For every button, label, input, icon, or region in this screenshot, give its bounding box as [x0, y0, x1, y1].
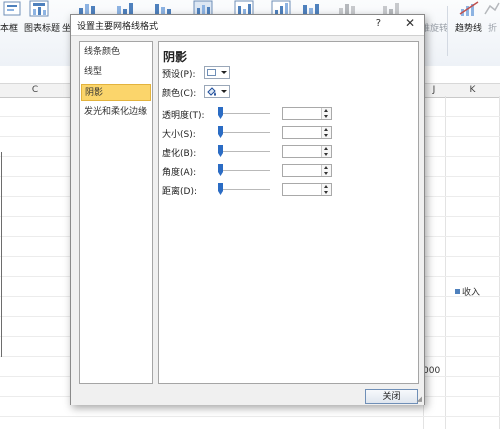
chevron-down-icon [221, 90, 227, 93]
resize-grip-icon[interactable]: ◢ [417, 395, 422, 403]
close-button[interactable]: 关闭 [365, 389, 418, 404]
size-spinner[interactable] [282, 126, 332, 139]
size-label: 大小(S): [162, 130, 196, 140]
spin-down-icon[interactable] [324, 134, 328, 137]
spinner-buttons[interactable] [321, 184, 331, 195]
spin-down-icon[interactable] [324, 115, 328, 118]
shadow-panel: 阴影 预设(P): 颜色(C): 透明度(T): 大小(S): 虚化(B): 角… [158, 41, 419, 384]
ribbon-separator [447, 6, 448, 56]
dialog-body: 线条颜色 线型 阴影 发光和柔化边缘 阴影 预设(P): 颜色(C): 透明度(… [71, 35, 424, 405]
legend-swatch [455, 289, 460, 294]
blur-slider-track [220, 151, 270, 152]
help-icon[interactable]: ? [376, 18, 381, 29]
column-header-j[interactable]: J [423, 84, 445, 97]
grid-line [0, 416, 500, 417]
spinner-buttons[interactable] [321, 146, 331, 157]
spinner-buttons[interactable] [321, 165, 331, 176]
paint-bucket-icon [206, 86, 217, 100]
text-box-label[interactable]: 本框 [0, 21, 18, 34]
polyline-icon [484, 0, 500, 18]
spin-down-icon[interactable] [324, 191, 328, 194]
trendline-label[interactable]: 趋势线 [455, 21, 482, 34]
spin-down-icon[interactable] [324, 153, 328, 156]
grid-line [445, 96, 446, 429]
color-dropdown[interactable] [204, 85, 230, 98]
angle-slider-track [220, 170, 270, 171]
distance-label: 距离(D): [162, 187, 197, 197]
spin-up-icon[interactable] [324, 185, 328, 188]
spin-down-icon[interactable] [324, 172, 328, 175]
axis-tick-label: 000 [423, 366, 441, 376]
transparency-label: 透明度(T): [162, 111, 205, 121]
transparency-slider-track [220, 113, 270, 114]
spin-up-icon[interactable] [324, 147, 328, 150]
chart-border[interactable] [1, 152, 2, 357]
column-header-k[interactable]: K [445, 84, 500, 97]
chart-title-icon[interactable] [28, 0, 50, 18]
color-label: 颜色(C): [162, 89, 197, 99]
blur-spinner[interactable] [282, 145, 332, 158]
size-slider-thumb[interactable] [218, 126, 223, 138]
shadow-preset-icon [207, 69, 216, 76]
dialog-title: 设置主要网格线格式 [77, 22, 159, 32]
chevron-down-icon [221, 71, 227, 74]
nav-item-line-style[interactable]: 线型 [81, 64, 151, 81]
preset-label: 预设(P): [162, 70, 196, 80]
blur-slider-thumb[interactable] [218, 145, 223, 157]
spin-up-icon[interactable] [324, 166, 328, 169]
nav-item-shadow[interactable]: 阴影 [81, 84, 151, 101]
text-box-icon[interactable] [2, 0, 24, 18]
trendline-icon[interactable] [458, 0, 480, 18]
size-slider-track [220, 132, 270, 133]
distance-spinner[interactable] [282, 183, 332, 196]
legend-label: 收入 [462, 288, 481, 298]
panel-title: 阴影 [163, 50, 188, 64]
polyline-label-partial: 折 [488, 24, 498, 34]
close-icon[interactable]: ✕ [405, 16, 415, 30]
distance-slider-thumb[interactable] [218, 183, 223, 195]
angle-spinner[interactable] [282, 164, 332, 177]
category-list: 线条颜色 线型 阴影 发光和柔化边缘 [79, 41, 153, 384]
column-header-c[interactable]: C [0, 84, 70, 97]
nav-item-glow-soft-edges[interactable]: 发光和柔化边缘 [81, 104, 151, 121]
transparency-spinner[interactable] [282, 107, 332, 120]
spin-up-icon[interactable] [324, 128, 328, 131]
angle-slider-thumb[interactable] [218, 164, 223, 176]
chart-title-label[interactable]: 图表标题 [24, 21, 60, 34]
transparency-slider-thumb[interactable] [218, 107, 223, 119]
distance-slider-track [220, 189, 270, 190]
spin-up-icon[interactable] [324, 109, 328, 112]
nav-item-line-color[interactable]: 线条颜色 [81, 44, 151, 61]
spinner-buttons[interactable] [321, 127, 331, 138]
format-gridlines-dialog: 设置主要网格线格式 ? ✕ 线条颜色 线型 阴影 发光和柔化边缘 阴影 预设(P… [70, 14, 425, 405]
preset-dropdown[interactable] [204, 66, 230, 79]
blur-label: 虚化(B): [162, 149, 197, 159]
angle-label: 角度(A): [162, 168, 197, 178]
chart-legend[interactable]: 收入 [455, 285, 480, 298]
spinner-buttons[interactable] [321, 108, 331, 119]
